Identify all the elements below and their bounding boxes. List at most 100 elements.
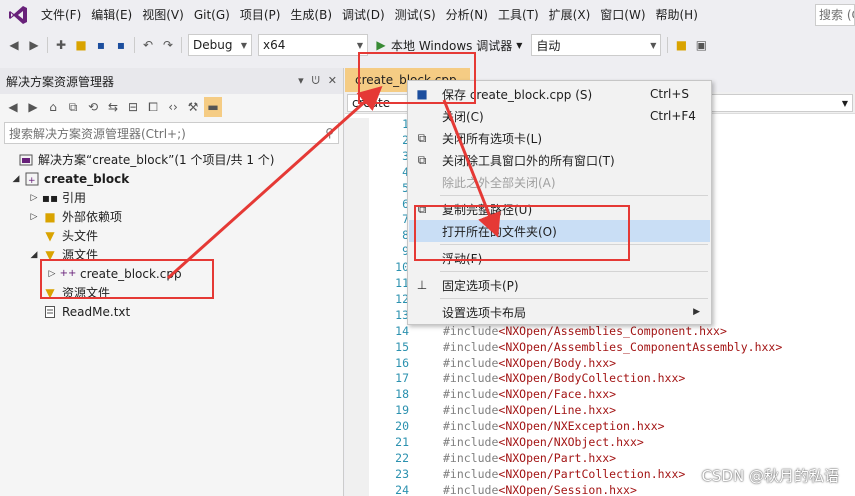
window-icon[interactable]: ▣	[691, 35, 711, 55]
code-include-path: <NXOpen/Assemblies_Component.hxx>	[498, 323, 727, 338]
line-number: 15	[395, 339, 409, 354]
new-item-icon[interactable]: ✚	[51, 35, 71, 55]
menu-extensions[interactable]: 扩展(X)	[544, 0, 596, 30]
code-line[interactable]: 17 #include <NXOpen/BodyCollection.hxx>	[369, 370, 685, 386]
toolbar-divider	[181, 37, 182, 53]
show-all-files-icon[interactable]: ⧠	[144, 97, 162, 117]
line-number: 17	[395, 371, 409, 386]
menu-file[interactable]: 文件(F)	[36, 0, 86, 30]
collapsed-icon[interactable]: ▷	[28, 193, 40, 203]
tree-label: 头文件	[62, 229, 99, 243]
search-icon[interactable]: ⚲	[325, 126, 334, 140]
switch-views-icon[interactable]: ⧉	[64, 97, 82, 117]
menu-help[interactable]: 帮助(H)	[651, 0, 703, 30]
expanded-icon[interactable]: ◢	[10, 174, 22, 184]
panel-title: 解决方案资源管理器	[6, 74, 115, 89]
code-line[interactable]: 14 #include <NXOpen/Assemblies_Component.…	[369, 323, 727, 339]
tree-item-external-deps[interactable]: ▷ ■ 外部依赖项	[28, 207, 122, 226]
pin-icon[interactable]: ᕫ	[312, 74, 320, 88]
code-line[interactable]: 15 #include <NXOpen/Assemblies_ComponentA…	[369, 339, 782, 355]
line-number: 7	[402, 212, 409, 227]
tree-item-solution[interactable]: 解决方案“create_block”(1 个项目/共 1 个)	[4, 150, 275, 169]
tree-item-readme[interactable]: ReadMe.txt	[40, 302, 130, 321]
svg-text:+: +	[28, 176, 36, 186]
member-select[interactable]: ▼	[703, 94, 853, 112]
folder-icon[interactable]: ■	[671, 35, 691, 55]
menu-test[interactable]: 测试(S)	[390, 0, 441, 30]
sync-icon[interactable]: ⇆	[104, 97, 122, 117]
panel-controls: ▾ ᕫ ✕	[298, 74, 337, 88]
line-number: 4	[402, 164, 409, 179]
line-number: 6	[402, 196, 409, 211]
tree-item-header-files[interactable]: ▼ 头文件	[28, 226, 98, 245]
undo-icon[interactable]: ↶	[138, 35, 158, 55]
filter-folder-icon: ▼	[45, 228, 55, 243]
solution-search-input[interactable]: 搜索解决方案资源管理器(Ctrl+;) ⚲	[4, 122, 339, 144]
code-line[interactable]: 16 #include <NXOpen/Body.hxx>	[369, 355, 616, 371]
back-icon[interactable]: ◀	[4, 35, 24, 55]
auto-select[interactable]: 自动 ▼	[531, 34, 662, 56]
search-input[interactable]: 搜索 (C	[815, 4, 855, 26]
tab-context-menu: ■ 保存 create_block.cpp (S) Ctrl+S 关闭(C) C…	[407, 80, 712, 325]
expanded-icon[interactable]: ◢	[28, 250, 40, 260]
menu-item-close-all-but-tool[interactable]: ⧉ 关闭除工具窗口外的所有窗口(T)	[409, 149, 710, 171]
tree-item-references[interactable]: ▷ ▪▪ 引用	[28, 188, 86, 207]
collapsed-icon[interactable]: ▷	[28, 212, 40, 222]
line-number: 18	[395, 387, 409, 402]
config-select[interactable]: Debug ▼	[188, 34, 252, 56]
line-number: 5	[402, 180, 409, 195]
code-line[interactable]: 18 #include <NXOpen/Face.hxx>	[369, 386, 616, 402]
line-number: 13	[395, 307, 409, 322]
preview-icon[interactable]: ▬	[204, 97, 222, 117]
code-directive: #include	[443, 387, 499, 402]
open-folder-icon[interactable]: ■	[71, 35, 91, 55]
menu-view[interactable]: 视图(V)	[137, 0, 189, 30]
code-line[interactable]: 23 #include <NXOpen/PartCollection.hxx>	[369, 466, 685, 482]
run-debugger-button[interactable]: 本地 Windows 调试器	[391, 37, 512, 54]
history-icon[interactable]: ⟲	[84, 97, 102, 117]
annotation-box-cpp-file	[40, 259, 214, 299]
save-icon[interactable]: ▪	[91, 35, 111, 55]
code-include-path: <NXOpen/Line.hxx>	[498, 403, 617, 418]
menu-debug[interactable]: 调试(D)	[337, 0, 390, 30]
menu-item-tab-layout[interactable]: 设置选项卡布局 ▶	[409, 301, 710, 323]
menu-build[interactable]: 生成(B)	[285, 0, 337, 30]
search-placeholder: 搜索解决方案资源管理器(Ctrl+;)	[9, 126, 186, 141]
menu-item-close-all[interactable]: ⧉ 关闭所有选项卡(L)	[409, 127, 710, 149]
chevron-down-icon[interactable]: ▼	[516, 41, 522, 50]
code-line[interactable]: 20 #include <NXOpen/NXException.hxx>	[369, 418, 664, 434]
home-icon[interactable]: ⌂	[44, 97, 62, 117]
code-line[interactable]: 21 #include <NXOpen/NXObject.hxx>	[369, 434, 644, 450]
menu-analyze[interactable]: 分析(N)	[441, 0, 493, 30]
menu-item-close[interactable]: 关闭(C) Ctrl+F4	[409, 105, 710, 127]
code-line[interactable]: 19 #include <NXOpen/Line.hxx>	[369, 402, 616, 418]
properties-icon[interactable]: ⚒	[184, 97, 202, 117]
close-icon[interactable]: ✕	[328, 74, 337, 88]
menu-git[interactable]: Git(G)	[189, 0, 235, 30]
tree-item-project[interactable]: ◢ + create_block	[10, 169, 130, 188]
dropdown-icon[interactable]: ▾	[298, 74, 304, 88]
menu-window[interactable]: 窗口(W)	[595, 0, 650, 30]
line-number: 8	[402, 228, 409, 243]
tree-label: create_block	[44, 171, 130, 186]
collapse-all-icon[interactable]: ⊟	[124, 97, 142, 117]
visual-studio-logo-icon[interactable]	[0, 0, 36, 30]
line-number: 2	[402, 132, 409, 147]
menu-item-pin-tab[interactable]: ⊥ 固定选项卡(P)	[409, 274, 710, 296]
menu-edit[interactable]: 编辑(E)	[86, 0, 137, 30]
code-line[interactable]: 22 #include <NXOpen/Part.hxx>	[369, 450, 616, 466]
forward-icon[interactable]: ▶	[24, 35, 44, 55]
save-all-icon[interactable]: ▪	[111, 35, 131, 55]
editor-gutter	[345, 118, 369, 496]
line-number: 3	[402, 148, 409, 163]
platform-select[interactable]: x64 ▼	[258, 34, 368, 56]
forward-icon[interactable]: ▶	[24, 97, 42, 117]
redo-icon[interactable]: ↷	[158, 35, 178, 55]
code-directive: #include	[443, 450, 499, 465]
line-number: 23	[395, 466, 409, 481]
menu-project[interactable]: 项目(P)	[235, 0, 286, 30]
code-line[interactable]: 24 #include <NXOpen/Session.hxx>	[369, 482, 637, 496]
back-icon[interactable]: ◀	[4, 97, 22, 117]
menu-tools[interactable]: 工具(T)	[493, 0, 544, 30]
code-icon[interactable]: ‹›	[164, 97, 182, 117]
